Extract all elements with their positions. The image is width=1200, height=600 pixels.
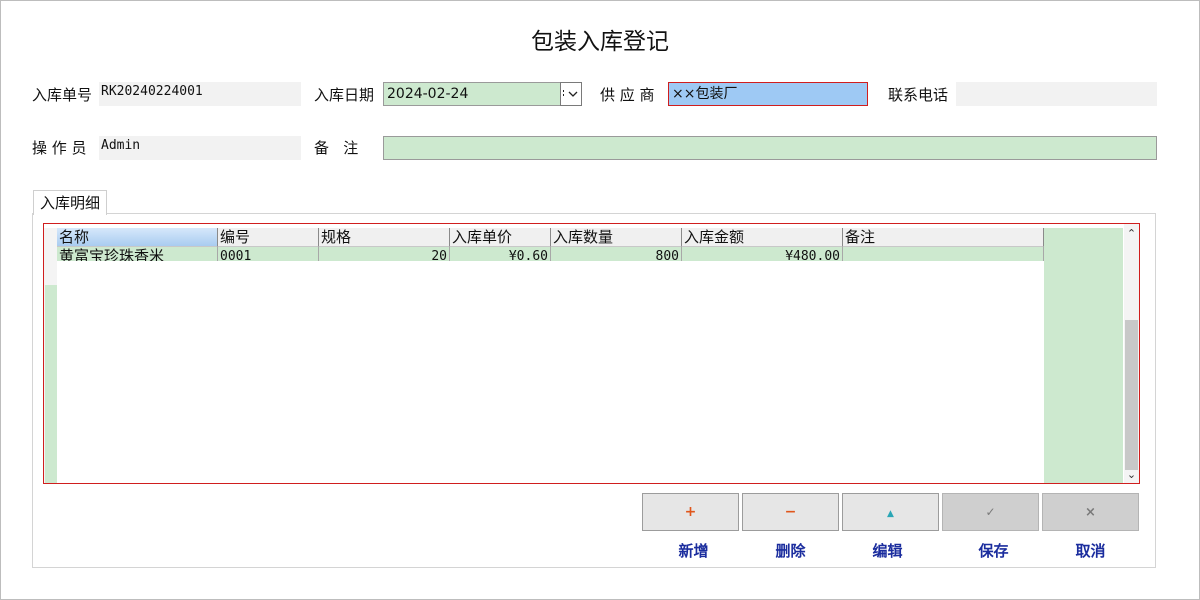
- cell-price[interactable]: ¥0.60: [450, 247, 551, 261]
- supplier-label: 供 应 商: [600, 86, 655, 104]
- order-no-label: 入库单号: [32, 86, 93, 104]
- grid-empty-area: [1044, 228, 1123, 483]
- add-button[interactable]: +: [642, 493, 739, 531]
- date-picker-button[interactable]: [560, 82, 582, 106]
- column-header-price[interactable]: 入库单价: [450, 228, 551, 247]
- phone-field: [956, 82, 1157, 106]
- row-header-fill: [45, 285, 57, 483]
- cell-qty[interactable]: 800: [551, 247, 682, 261]
- order-no-field: RK20240224001: [99, 82, 301, 106]
- edit-button-label[interactable]: 编辑: [839, 540, 936, 561]
- column-header-code[interactable]: 编号: [218, 228, 319, 247]
- vertical-scrollbar[interactable]: ⌃ ⌄: [1124, 224, 1139, 483]
- column-header-name[interactable]: 名称: [57, 228, 218, 247]
- cell-amount[interactable]: ¥480.00: [682, 247, 843, 261]
- cancel-button-label[interactable]: 取消: [1042, 540, 1139, 561]
- plus-icon: +: [684, 504, 697, 520]
- cell-name[interactable]: 黄富宝珍珠香米: [57, 247, 218, 261]
- detail-grid[interactable]: 名称 编号 规格 入库单价 入库数量 入库金额 备注 黄富宝珍珠香米 0001 …: [43, 223, 1140, 484]
- column-header-spec[interactable]: 规格: [319, 228, 450, 247]
- phone-label: 联系电话: [888, 86, 949, 104]
- remark-input[interactable]: [383, 136, 1157, 160]
- remark-label: 备 注: [314, 139, 359, 157]
- supplier-select[interactable]: ××包装厂: [668, 82, 868, 106]
- operator-label: 操 作 员: [32, 139, 87, 157]
- triangle-up-icon: ▲: [887, 509, 894, 519]
- date-input[interactable]: 2024-02-24: [383, 82, 561, 106]
- cell-code[interactable]: 0001: [218, 247, 319, 261]
- chevron-down-icon[interactable]: ⌄: [1124, 468, 1139, 481]
- minus-icon: −: [784, 504, 797, 520]
- cell-spec[interactable]: 20: [319, 247, 450, 261]
- tab-detail[interactable]: 入库明细: [33, 190, 108, 215]
- edit-button[interactable]: ▲: [842, 493, 939, 531]
- column-header-amount[interactable]: 入库金额: [682, 228, 843, 247]
- delete-button-label[interactable]: 删除: [742, 540, 839, 561]
- column-header-qty[interactable]: 入库数量: [551, 228, 682, 247]
- close-icon: ×: [1085, 505, 1096, 520]
- operator-field: Admin: [99, 136, 301, 160]
- save-button[interactable]: ✓: [942, 493, 1039, 531]
- cancel-button[interactable]: ×: [1042, 493, 1139, 531]
- chevron-up-icon[interactable]: ⌃: [1124, 227, 1139, 240]
- page-title: 包装入库登记: [531, 29, 669, 55]
- cell-remark[interactable]: [843, 247, 1044, 261]
- column-header-remark[interactable]: 备注: [843, 228, 1044, 247]
- add-button-label[interactable]: 新增: [645, 540, 742, 561]
- save-button-label[interactable]: 保存: [945, 540, 1042, 561]
- chevron-down-icon: [563, 90, 578, 98]
- scroll-thumb[interactable]: [1125, 320, 1138, 470]
- date-label: 入库日期: [314, 86, 375, 104]
- check-icon: ✓: [985, 505, 996, 519]
- delete-button[interactable]: −: [742, 493, 839, 531]
